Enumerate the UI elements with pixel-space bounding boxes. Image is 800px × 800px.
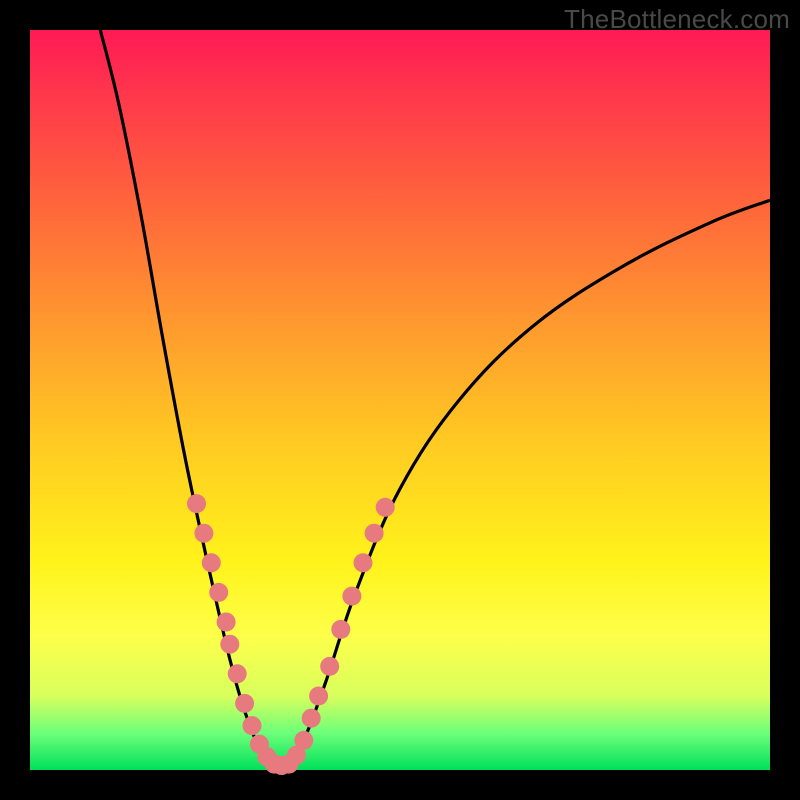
marker-point: [302, 709, 321, 728]
marker-point: [376, 498, 395, 517]
marker-point: [365, 524, 384, 543]
marker-point: [209, 583, 228, 602]
marker-point: [202, 553, 221, 572]
marker-point: [235, 694, 254, 713]
marker-point: [294, 731, 313, 750]
marker-point: [331, 620, 350, 639]
marker-point: [243, 716, 262, 735]
chart-svg: [30, 30, 770, 770]
chart-frame: TheBottleneck.com: [0, 0, 800, 800]
marker-point: [187, 494, 206, 513]
marker-point: [220, 635, 239, 654]
bottleneck-curve: [100, 30, 770, 769]
chart-plot-area: [30, 30, 770, 770]
marker-point: [217, 613, 236, 632]
marker-point: [320, 657, 339, 676]
marker-point: [342, 587, 361, 606]
marker-point: [309, 687, 328, 706]
marker-point: [194, 524, 213, 543]
watermark-text: TheBottleneck.com: [564, 4, 790, 35]
marker-point: [354, 553, 373, 572]
marker-point: [228, 664, 247, 683]
marker-group: [187, 494, 395, 775]
